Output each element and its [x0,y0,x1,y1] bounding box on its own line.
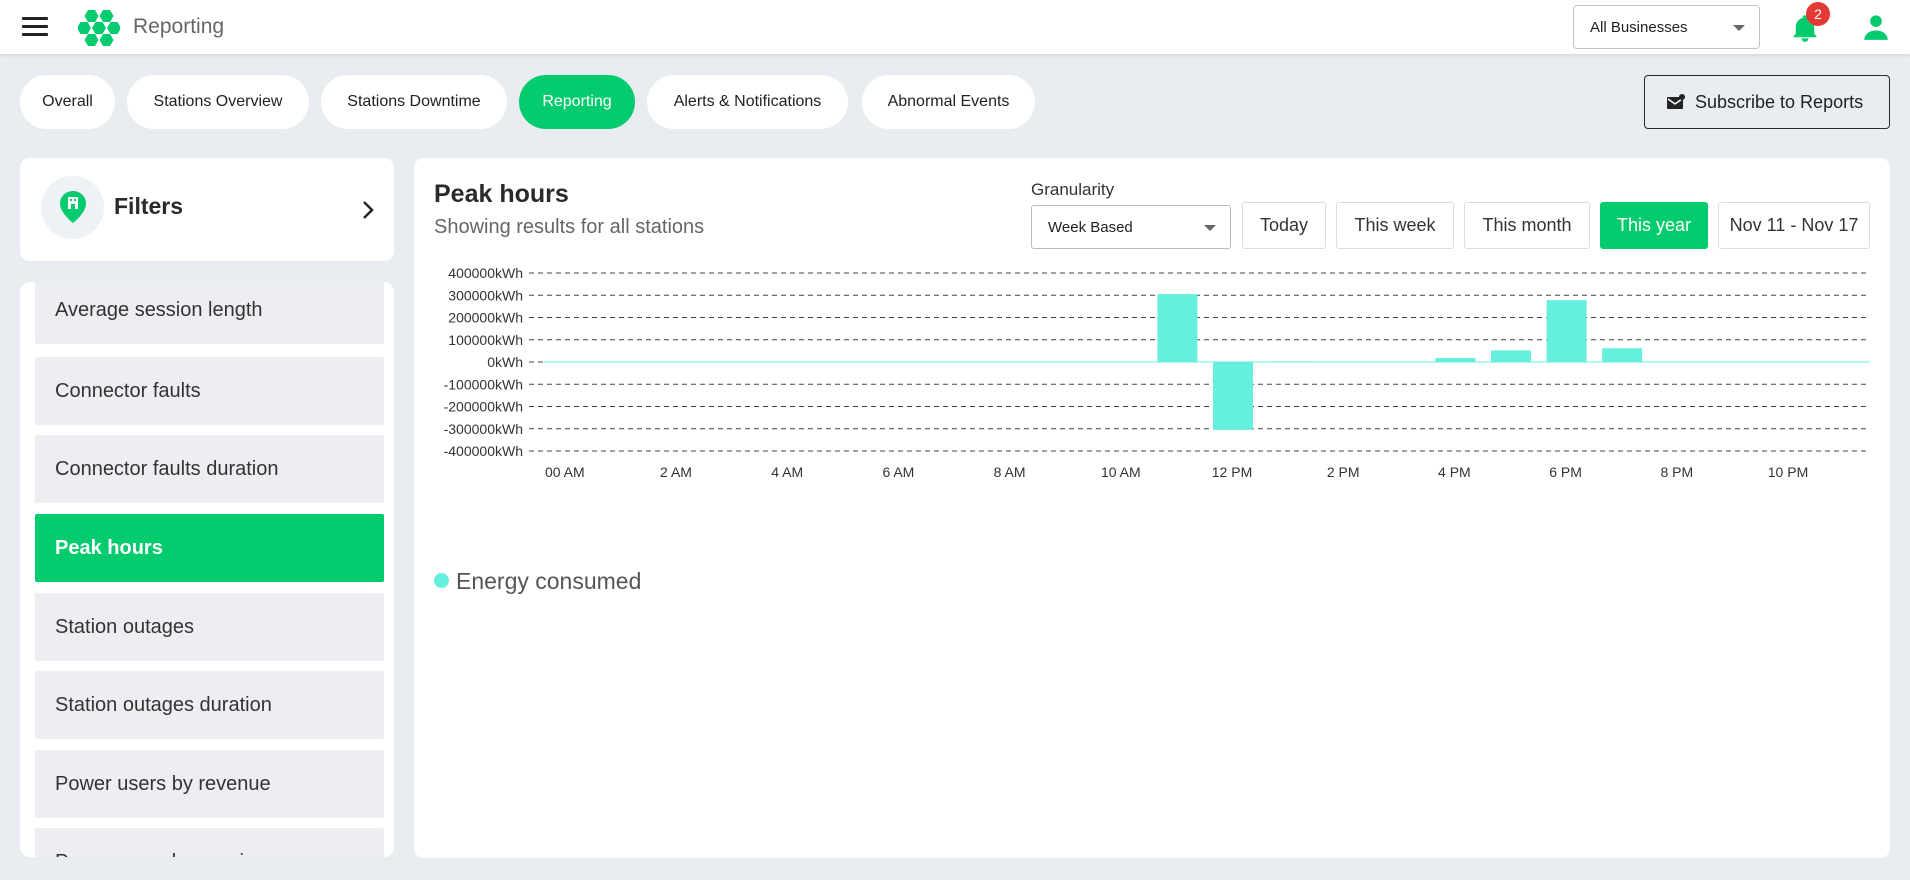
menu-icon[interactable] [22,17,48,37]
filters-card[interactable]: Filters [20,158,394,261]
subscribe-reports-button[interactable]: Subscribe to Reports [1644,75,1890,129]
bar-6-pm[interactable] [1546,300,1587,362]
tab-overall[interactable]: Overall [20,75,115,129]
x-tick-label: 4 PM [1438,464,1471,480]
granularity-label: Granularity [1031,180,1115,199]
business-select[interactable]: All Businesses [1573,5,1760,49]
notification-badge: 2 [1806,2,1830,26]
bar-12-pm[interactable] [1213,362,1253,430]
filters-label: Filters [114,193,184,219]
tab-stations-downtime[interactable]: Stations Downtime [321,75,507,129]
legend-label: Energy consumed [456,568,642,594]
report-item-average-session-length[interactable]: Average session length [35,282,384,344]
x-tick-label: 10 PM [1768,464,1808,480]
bar-5-pm[interactable] [1491,350,1531,362]
y-tick-label: -300000kWh [444,421,523,437]
y-tick-label: -400000kWh [444,443,523,459]
panel-subtitle: Showing results for all stations [434,216,705,238]
x-tick-label: 2 PM [1327,464,1360,480]
peak-hours-panel: Peak hours Showing results for all stati… [414,158,1890,858]
y-tick-label: 200000kWh [448,310,523,326]
chevron-down-icon [1204,225,1216,231]
tab-reporting[interactable]: Reporting [519,75,635,129]
report-list: Average session length Connector faults … [20,282,394,857]
business-select-value: All Businesses [1590,19,1688,36]
x-tick-label: 6 PM [1549,464,1582,480]
y-tick-label: 100000kWh [448,332,523,348]
range-this-year-button[interactable]: This year [1600,202,1708,249]
report-item-power-users-revenue[interactable]: Power users by revenue [35,750,384,818]
y-tick-label: 300000kWh [448,287,523,303]
granularity-select[interactable]: Week Based [1031,205,1231,249]
panel-title: Peak hours [434,180,569,208]
x-tick-label: 2 AM [660,464,692,480]
x-tick-label: 4 AM [771,464,803,480]
report-item-connector-faults-duration[interactable]: Connector faults duration [35,435,384,503]
peak-hours-chart: 400000kWh 300000kWh 200000kWh 100000kWh 0kWh… [444,268,1870,480]
x-tick-label: 8 PM [1660,464,1693,480]
x-tick-label: 8 AM [994,464,1026,480]
x-tick-label: 10 AM [1101,464,1141,480]
chevron-right-icon[interactable] [362,200,374,220]
y-tick-label: 400000kWh [448,268,523,281]
bar-4-pm[interactable] [1435,357,1476,362]
x-tick-label: 00 AM [545,464,585,480]
chevron-down-icon [1733,25,1745,31]
report-item-power-users-sessions[interactable]: Power users by sessions [35,828,384,857]
tab-abnormal-events[interactable]: Abnormal Events [862,75,1035,129]
x-tick-label: 6 AM [882,464,914,480]
range-date-picker[interactable]: Nov 11 - Nov 17 [1718,202,1870,249]
location-pin-icon [60,191,86,223]
y-tick-label: -200000kWh [444,399,523,415]
report-item-peak-hours[interactable]: Peak hours [35,514,384,582]
filters-icon-wrap [41,176,104,239]
tab-alerts-notifications[interactable]: Alerts & Notifications [647,75,848,129]
y-tick-label: -100000kWh [444,376,523,392]
range-this-month-button[interactable]: This month [1464,202,1590,249]
bar-1-pm[interactable] [1268,361,1309,363]
bar-11-am[interactable] [1157,294,1198,362]
chart-legend[interactable]: Energy consumed [434,568,641,595]
tab-stations-overview[interactable]: Stations Overview [127,75,309,129]
legend-swatch [434,573,449,588]
mail-icon [1667,94,1685,109]
report-item-station-outages[interactable]: Station outages [35,593,384,661]
report-item-station-outages-duration[interactable]: Station outages duration [35,671,384,739]
subscribe-label: Subscribe to Reports [1695,92,1864,112]
app-title: Reporting [133,15,225,38]
range-this-week-button[interactable]: This week [1336,202,1454,249]
top-bar: Reporting All Businesses 2 [0,0,1910,54]
report-item-connector-faults[interactable]: Connector faults [35,357,384,425]
user-icon[interactable] [1862,13,1890,41]
brand-logo-icon [78,10,120,46]
y-tick-label: 0kWh [487,354,523,370]
x-tick-label: 12 PM [1212,464,1252,480]
range-today-button[interactable]: Today [1242,202,1326,249]
bar-7-pm[interactable] [1602,348,1643,362]
granularity-value: Week Based [1048,219,1133,236]
